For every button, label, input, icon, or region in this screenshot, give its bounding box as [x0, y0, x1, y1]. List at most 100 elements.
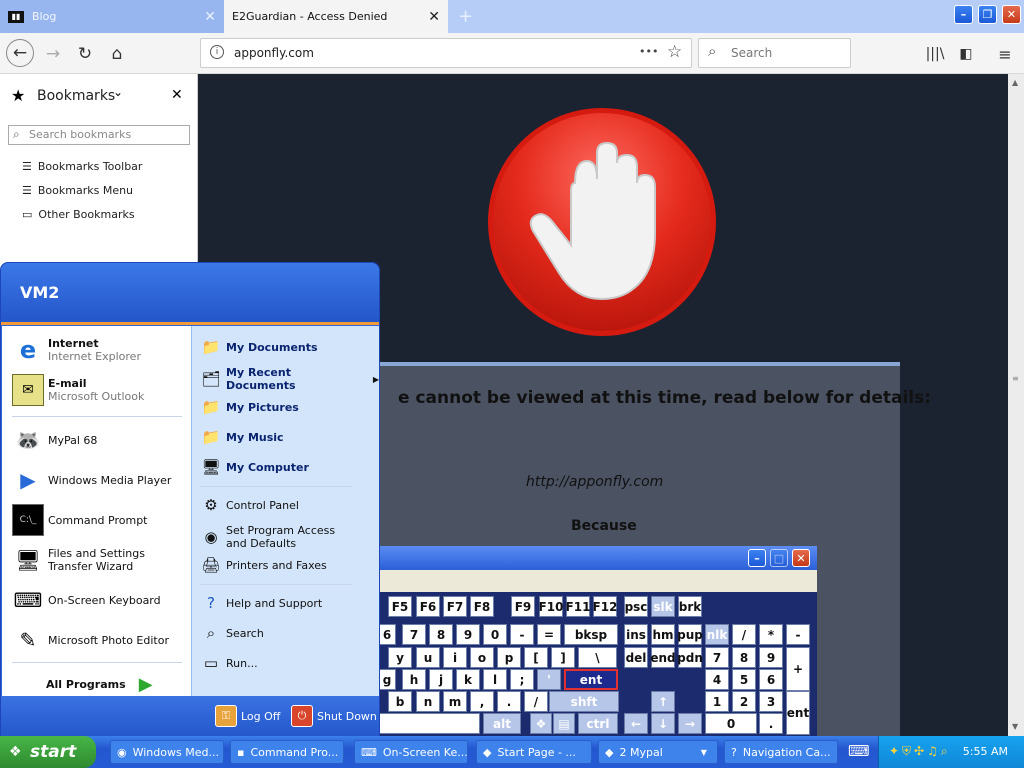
scroll-down-icon[interactable]: ▼ — [1012, 722, 1018, 731]
osk-key[interactable]: 9 — [759, 647, 783, 668]
on-screen-keyboard-item[interactable]: ⌨ On-Screen Keyboard — [12, 584, 161, 616]
osk-key[interactable]: end — [650, 647, 676, 668]
osk-key[interactable]: del — [624, 647, 648, 668]
taskbar-start-page[interactable]: ◆ Start Page - ... — [476, 740, 592, 764]
new-tab-button[interactable]: + — [458, 6, 473, 27]
tray-icons[interactable]: ✦⛨✣♫⌕ — [889, 744, 951, 759]
osk-key[interactable]: shft — [549, 691, 619, 712]
osk-key[interactable]: k — [456, 669, 480, 690]
osk-key[interactable]: = — [537, 624, 561, 645]
osk-key[interactable]: F6 — [416, 596, 440, 617]
photo-editor-item[interactable]: ✎ Microsoft Photo Editor — [12, 624, 169, 656]
osk-key[interactable]: 7 — [402, 624, 426, 645]
osk-maximize-button[interactable]: □ — [770, 549, 788, 567]
printers-faxes-item[interactable]: 🖨 Printers and Faxes — [200, 554, 326, 576]
osk-key[interactable]: F10 — [539, 596, 563, 617]
osk-key[interactable]: + — [786, 647, 810, 691]
taskbar-mypal-group[interactable]: ◆ 2 Mypal ▼ — [598, 740, 718, 764]
osk-key[interactable]: 0 — [705, 713, 757, 734]
osk-key[interactable]: F8 — [470, 596, 494, 617]
osk-key[interactable]: pup — [677, 624, 703, 645]
osk-close-button[interactable]: ✕ — [792, 549, 810, 567]
mypal-item[interactable]: 🦝 MyPal 68 — [12, 424, 98, 456]
files-settings-transfer-item[interactable]: 🖥 Files and Settings Transfer Wizard — [12, 544, 183, 576]
other-bookmarks-item[interactable]: ▭ Other Bookmarks — [22, 208, 135, 221]
osk-key[interactable]: i — [443, 647, 467, 668]
osk-key[interactable]: pdn — [677, 647, 703, 668]
scroll-up-icon[interactable]: ▲ — [1012, 78, 1018, 87]
sidebar-toggle-icon[interactable]: ◧ — [953, 41, 979, 67]
taskbar-media-player[interactable]: ◉ Windows Med... — [110, 740, 224, 764]
bookmarks-search-input[interactable]: ⌕ Search bookmarks — [8, 125, 190, 145]
osk-key[interactable]: - — [786, 624, 810, 645]
osk-key[interactable]: 6 — [378, 624, 396, 645]
osk-key[interactable]: . — [497, 691, 521, 712]
osk-key[interactable]: m — [443, 691, 467, 712]
close-sidebar-icon[interactable]: ✕ — [171, 87, 183, 103]
scroll-thumb[interactable]: ≡ — [1012, 374, 1019, 383]
my-music-item[interactable]: 📁 My Music — [200, 426, 284, 448]
osk-key[interactable]: F11 — [566, 596, 590, 617]
osk-key[interactable]: ent — [786, 691, 810, 735]
osk-key[interactable]: 6 — [759, 669, 783, 690]
osk-key[interactable]: 9 — [456, 624, 480, 645]
osk-key[interactable]: ; — [510, 669, 534, 690]
shut-down-button[interactable]: ⏻ Shut Down — [291, 705, 377, 727]
osk-key[interactable]: h — [402, 669, 426, 690]
osk-key[interactable]: - — [510, 624, 534, 645]
forward-button[interactable]: → — [40, 41, 66, 67]
osk-key[interactable]: ' — [537, 669, 561, 690]
osk-key[interactable]: , — [470, 691, 494, 712]
osk-key[interactable]: ] — [551, 647, 575, 668]
osk-key[interactable]: 1 — [705, 691, 729, 712]
info-icon[interactable]: i — [210, 45, 224, 59]
osk-space-key[interactable] — [378, 713, 480, 734]
taskbar-on-screen-keyboard[interactable]: ⌨ On-Screen Ke... — [354, 740, 468, 764]
taskbar-navigation[interactable]: ? Navigation Ca... — [724, 740, 838, 764]
osk-key[interactable]: * — [759, 624, 783, 645]
osk-key[interactable]: ↑ — [651, 691, 675, 712]
star-bookmark-icon[interactable]: ☆ — [667, 42, 682, 62]
osk-title-bar[interactable]: – □ ✕ — [380, 546, 817, 570]
osk-key[interactable]: n — [416, 691, 440, 712]
reload-button[interactable]: ↻ — [72, 41, 98, 67]
log-off-button[interactable]: ⚿ Log Off — [215, 705, 280, 727]
internet-item[interactable]: e Internet Internet Explorer — [12, 334, 141, 366]
osk-key[interactable]: 4 — [705, 669, 729, 690]
keyboard-tray-icon[interactable]: ⌨ — [848, 742, 870, 760]
osk-key[interactable]: [ — [524, 647, 548, 668]
url-bar[interactable]: i apponfly.com ••• ☆ — [200, 38, 692, 68]
command-prompt-item[interactable]: C:\_ Command Prompt — [12, 504, 148, 536]
osk-key[interactable]: F9 — [511, 596, 535, 617]
osk-key[interactable]: l — [483, 669, 507, 690]
email-item[interactable]: ✉ E-mail Microsoft Outlook — [12, 374, 144, 406]
osk-key[interactable]: 5 — [732, 669, 756, 690]
osk-key[interactable]: b — [388, 691, 412, 712]
osk-key[interactable]: p — [497, 647, 521, 668]
my-recent-documents-item[interactable]: 🗂 My Recent Documents ▶ — [200, 366, 379, 392]
osk-minimize-button[interactable]: – — [748, 549, 766, 567]
back-button[interactable]: ← — [6, 39, 34, 67]
run-item[interactable]: ▭ Run... — [200, 652, 258, 674]
close-tab-icon[interactable]: ✕ — [428, 9, 440, 25]
search-item[interactable]: ⌕ Search — [200, 622, 264, 644]
osk-key[interactable]: 3 — [759, 691, 783, 712]
osk-key[interactable]: → — [678, 713, 702, 734]
tab-blog[interactable]: ▮▮ Blog ✕ — [0, 0, 224, 33]
close-window-button[interactable]: ✕ — [1002, 5, 1021, 24]
osk-key[interactable]: ins — [624, 624, 648, 645]
control-panel-item[interactable]: ⚙ Control Panel — [200, 494, 299, 516]
windows-key-icon[interactable]: ❖ — [530, 713, 552, 734]
set-program-access-item[interactable]: ◉ Set Program Access and Defaults — [200, 524, 356, 550]
start-button[interactable]: ❖ start — [0, 736, 96, 768]
restore-button[interactable]: ❐ — [978, 5, 997, 24]
osk-key[interactable]: g — [378, 669, 396, 690]
page-actions-icon[interactable]: ••• — [639, 45, 658, 58]
osk-key[interactable]: slk — [651, 596, 675, 617]
osk-key[interactable]: o — [470, 647, 494, 668]
osk-key[interactable]: ← — [624, 713, 648, 734]
home-button[interactable]: ⌂ — [104, 41, 130, 67]
osk-key[interactable]: 7 — [705, 647, 729, 668]
osk-key[interactable]: ctrl — [578, 713, 618, 734]
osk-key[interactable]: u — [416, 647, 440, 668]
